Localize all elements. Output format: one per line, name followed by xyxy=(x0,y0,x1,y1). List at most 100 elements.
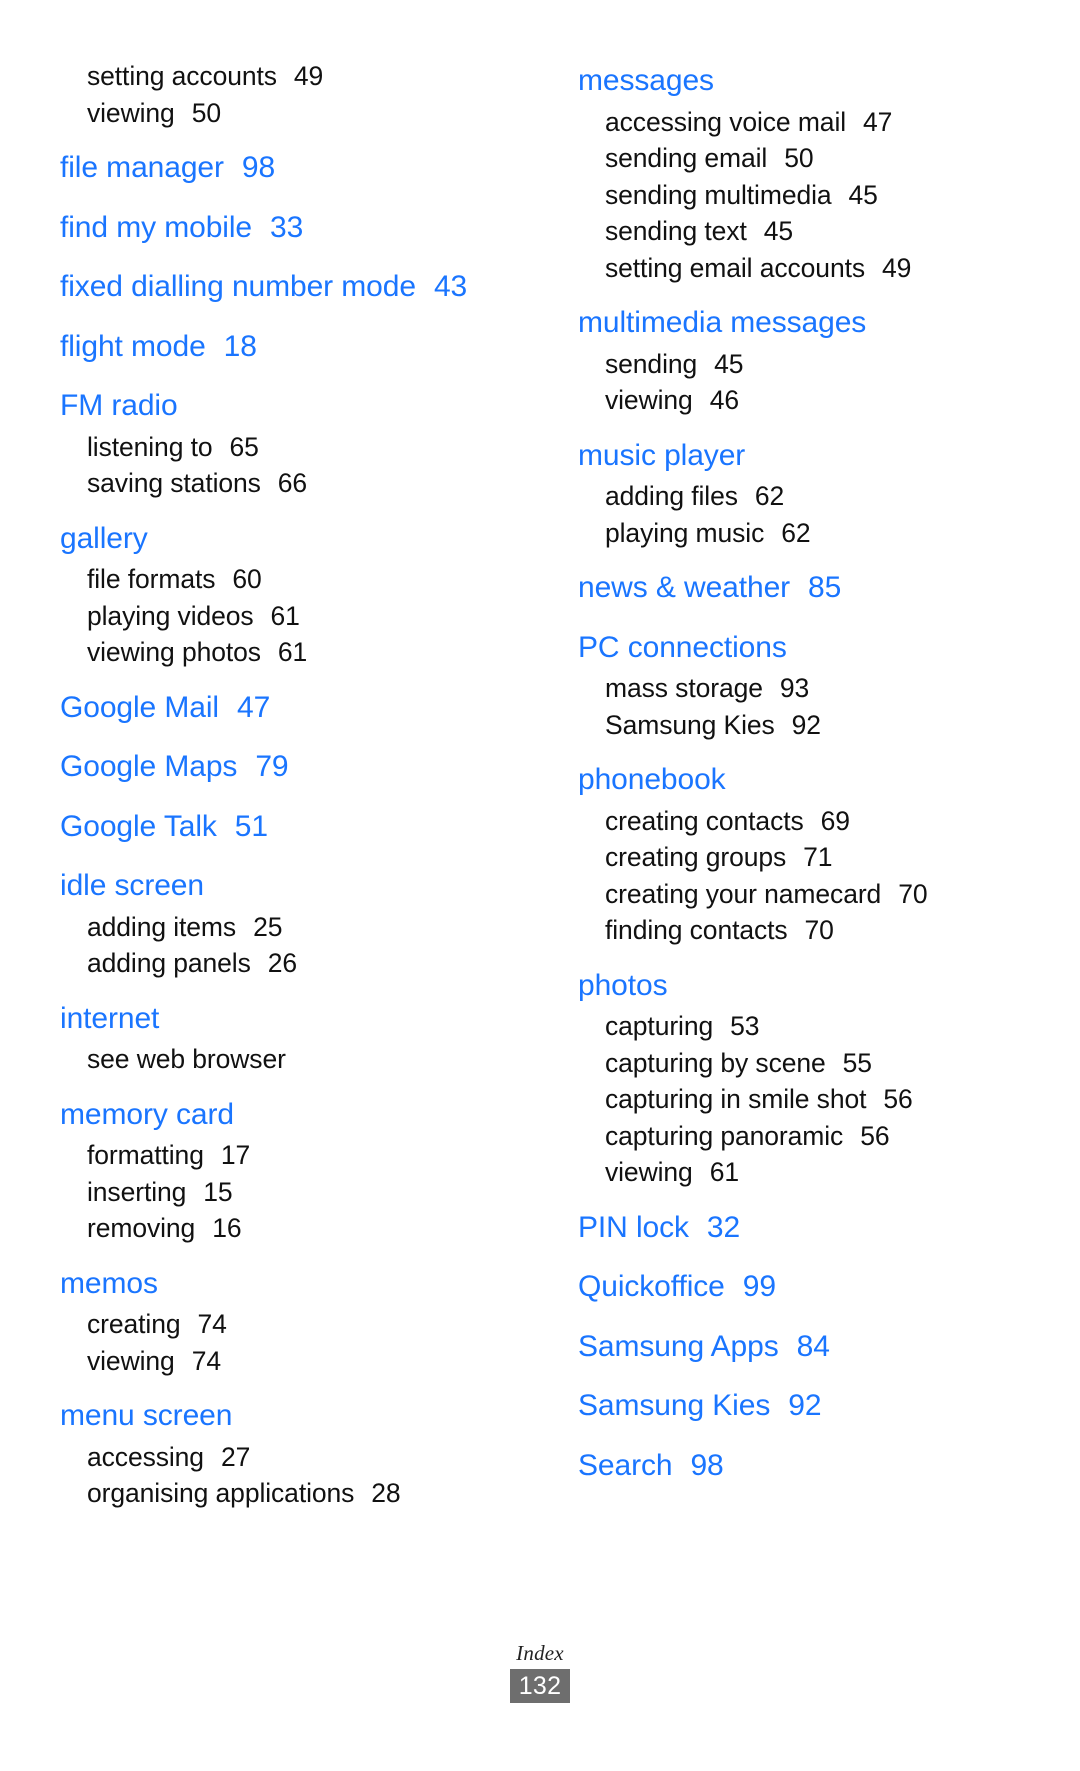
index-subentry[interactable]: inserting 15 xyxy=(60,1174,540,1211)
index-headword[interactable]: FM radio xyxy=(60,383,540,429)
index-subentry-label: sending multimedia xyxy=(605,179,832,210)
index-subentry[interactable]: creating groups 71 xyxy=(578,839,1020,876)
index-headword[interactable]: idle screen xyxy=(60,863,540,909)
index-subentry[interactable]: sending multimedia 45 xyxy=(578,177,1020,214)
index-subentry[interactable]: viewing 50 xyxy=(60,95,540,132)
index-subentry[interactable]: setting accounts 49 xyxy=(60,58,540,95)
index-subentry[interactable]: playing videos 61 xyxy=(60,598,540,635)
index-headword-page: 32 xyxy=(706,1210,741,1244)
index-headword[interactable]: Quickoffice 99 xyxy=(578,1264,1020,1310)
index-subentry[interactable]: adding panels 26 xyxy=(60,945,540,982)
index-subentry[interactable]: accessing voice mail 47 xyxy=(578,104,1020,141)
index-subentry[interactable]: finding contacts 70 xyxy=(578,912,1020,949)
index-headword[interactable]: Google Maps 79 xyxy=(60,744,540,790)
index-subentry[interactable]: creating your namecard 70 xyxy=(578,876,1020,913)
index-headword-page: 18 xyxy=(223,329,257,363)
index-subentry[interactable]: sending email 50 xyxy=(578,140,1020,177)
index-headword-page: 47 xyxy=(236,690,271,724)
index-headword[interactable]: Samsung Kies 92 xyxy=(578,1383,1020,1429)
index-headword[interactable]: file manager 98 xyxy=(60,145,540,191)
index-headword[interactable]: photos xyxy=(578,963,1020,1009)
index-subentry-label: sending email xyxy=(605,143,768,173)
index-headword-label: internet xyxy=(60,1001,160,1035)
index-headword[interactable]: Samsung Apps 84 xyxy=(578,1324,1020,1370)
index-headword[interactable]: messages xyxy=(578,58,1020,104)
index-subentry-label: saving stations xyxy=(87,468,261,498)
index-subentry[interactable]: playing music 62 xyxy=(578,515,1020,552)
index-columns: setting accounts 49 viewing 50 file manager 9… xyxy=(60,58,1020,1512)
index-headword[interactable]: memos xyxy=(60,1261,540,1307)
index-subentry-label: creating contacts xyxy=(605,805,804,836)
index-subentry[interactable]: file formats 60 xyxy=(60,561,540,598)
index-headword[interactable]: news & weather 85 xyxy=(578,565,1020,611)
index-subentry-page: 56 xyxy=(860,1120,890,1151)
index-headword[interactable]: phonebook xyxy=(578,757,1020,803)
index-headword[interactable]: PC connections xyxy=(578,625,1020,671)
index-subentry[interactable]: adding items 25 xyxy=(60,909,540,946)
index-subentry-label: viewing xyxy=(605,385,693,415)
index-subentry[interactable]: listening to 65 xyxy=(60,429,540,466)
index-headword[interactable]: Search 98 xyxy=(578,1443,1020,1489)
index-subentry-label: viewing photos xyxy=(87,637,261,667)
index-subentry-label: accessing xyxy=(87,1441,204,1472)
index-subentry[interactable]: sending 45 xyxy=(578,346,1020,383)
index-entry-group: multimedia messages sending 45 viewing 46 xyxy=(578,300,1020,419)
index-headword[interactable]: fixed dialling number mode 43 xyxy=(60,264,540,310)
index-subentry-label: listening to xyxy=(87,431,213,462)
index-page: setting accounts 49 viewing 50 file manager 9… xyxy=(0,0,1080,1771)
index-headword[interactable]: gallery xyxy=(60,516,540,562)
index-headword[interactable]: flight mode 18 xyxy=(60,324,540,370)
index-subentry[interactable]: mass storage 93 xyxy=(578,670,1020,707)
index-subentry[interactable]: organising applications 28 xyxy=(60,1475,540,1512)
index-headword[interactable]: PIN lock 32 xyxy=(578,1205,1020,1251)
index-headword-page: 92 xyxy=(788,1389,822,1422)
index-headword[interactable]: Google Talk 51 xyxy=(60,804,540,850)
index-subentry[interactable]: capturing by scene 55 xyxy=(578,1045,1020,1082)
index-entry-group: Search 98 xyxy=(578,1443,1020,1489)
index-headword-label: fixed dialling number mode xyxy=(60,270,416,303)
index-subentry[interactable]: creating contacts 69 xyxy=(578,803,1020,840)
index-subentry[interactable]: adding files 62 xyxy=(578,478,1020,515)
index-subentry[interactable]: removing 16 xyxy=(60,1210,540,1247)
index-subentry[interactable]: capturing in smile shot 56 xyxy=(578,1081,1020,1118)
index-headword[interactable]: music player xyxy=(578,433,1020,479)
index-headword-label: idle screen xyxy=(60,869,204,902)
index-headword[interactable]: multimedia messages xyxy=(578,300,1020,346)
index-subentry[interactable]: capturing 53 xyxy=(578,1008,1020,1045)
index-headword[interactable]: memory card xyxy=(60,1092,540,1138)
index-subentry-page: 71 xyxy=(803,842,833,872)
index-subentry[interactable]: see web browser xyxy=(60,1041,540,1078)
index-subentry[interactable]: formatting 17 xyxy=(60,1137,540,1174)
index-subentry[interactable]: saving stations 66 xyxy=(60,465,540,502)
index-entry-group: find my mobile 33 xyxy=(60,205,540,251)
index-headword-label: music player xyxy=(578,438,746,472)
index-headword[interactable]: internet xyxy=(60,996,540,1042)
index-subentry-label: file formats xyxy=(87,564,216,594)
index-column-left: setting accounts 49 viewing 50 file manager 9… xyxy=(60,58,540,1512)
index-subentry[interactable]: sending text 45 xyxy=(578,213,1020,250)
index-subentry[interactable]: viewing 61 xyxy=(578,1154,1020,1191)
index-subentry[interactable]: capturing panoramic 56 xyxy=(578,1118,1020,1155)
index-headword-label: flight mode xyxy=(60,329,206,363)
index-subentry-label: viewing xyxy=(87,1345,175,1376)
index-entry-group: memory card formatting 17 inserting 15 removi… xyxy=(60,1092,540,1247)
index-headword[interactable]: Google Mail 47 xyxy=(60,685,540,731)
index-entry-group: setting accounts 49 viewing 50 xyxy=(60,58,540,131)
index-subentry-page: 26 xyxy=(267,948,298,978)
index-subentry[interactable]: accessing 27 xyxy=(60,1439,540,1476)
index-subentry-page: 50 xyxy=(191,97,221,128)
index-subentry[interactable]: viewing photos 61 xyxy=(60,634,540,671)
index-headword-page: 51 xyxy=(234,809,268,843)
index-subentry[interactable]: setting email accounts 49 xyxy=(578,250,1020,287)
index-headword[interactable]: find my mobile 33 xyxy=(60,205,540,251)
index-subentry-label: formatting xyxy=(87,1140,204,1170)
index-subentry-label: playing music xyxy=(605,517,765,548)
index-subentry-label: accessing voice mail xyxy=(605,106,847,137)
index-subentry-page: 70 xyxy=(898,878,928,909)
index-subentry[interactable]: viewing 74 xyxy=(60,1343,540,1380)
index-subentry[interactable]: viewing 46 xyxy=(578,382,1020,419)
index-entry-group: fixed dialling number mode 43 xyxy=(60,264,540,310)
index-subentry[interactable]: Samsung Kies 92 xyxy=(578,707,1020,744)
index-headword[interactable]: menu screen xyxy=(60,1393,540,1439)
index-subentry[interactable]: creating 74 xyxy=(60,1306,540,1343)
